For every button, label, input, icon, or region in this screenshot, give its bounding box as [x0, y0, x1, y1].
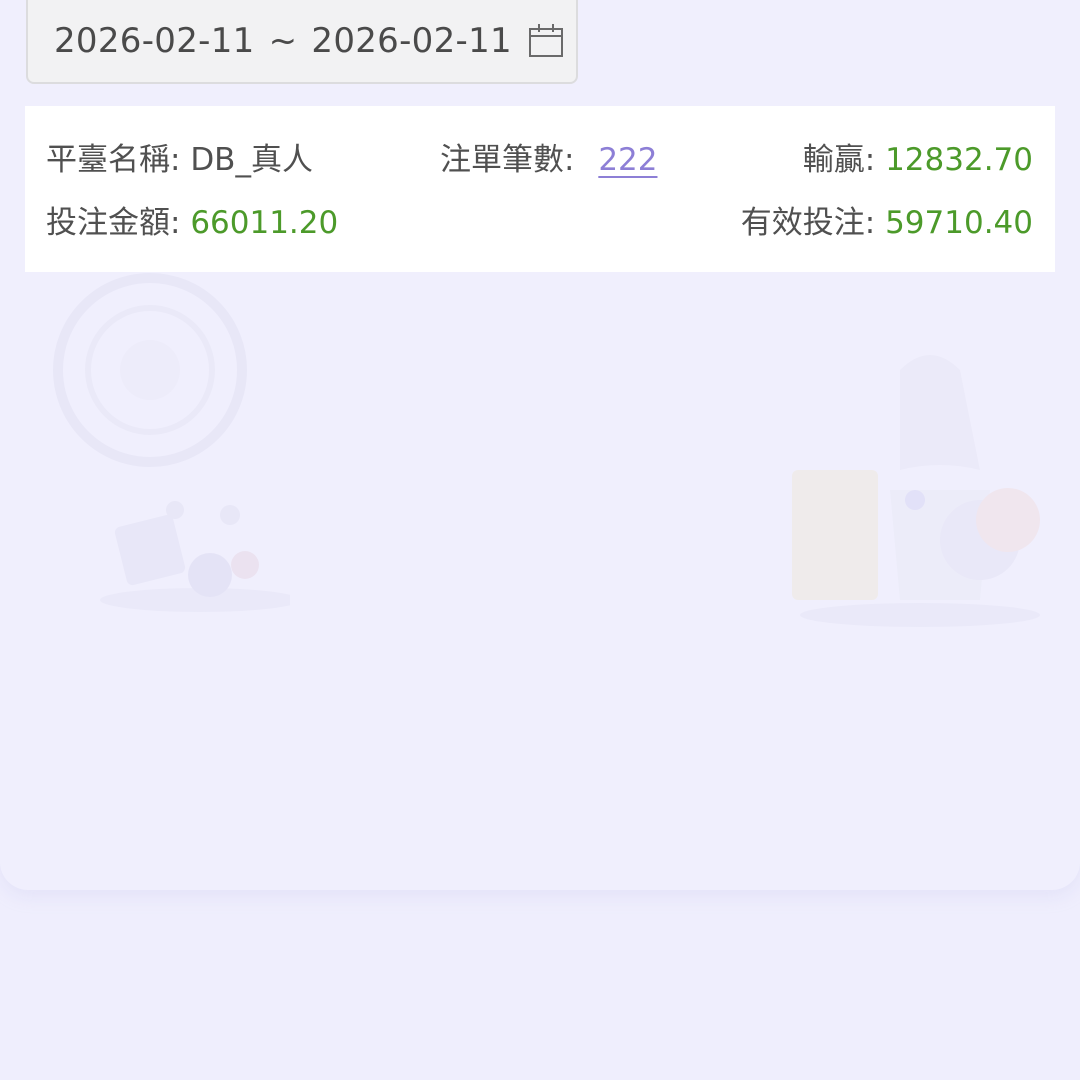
- platform-label: 平臺名稱:: [46, 142, 181, 178]
- bet-count-field: 注單筆數: 222: [440, 138, 657, 182]
- win-loss-label: 輸贏:: [802, 142, 876, 178]
- bet-amount-field: 投注金額: 66011.20: [46, 201, 338, 245]
- bet-amount-value: 66011.20: [190, 205, 339, 241]
- summary-panel: 平臺名稱: DB_真人 注單筆數: 222 輸贏: 12832.70 投注金額:…: [25, 106, 1055, 272]
- page: 2026-02-11 ~ 2026-02-11 平臺名稱: DB_真人 注單筆數…: [0, 0, 1080, 1080]
- end-date: 2026-02-11: [311, 21, 512, 61]
- content-card: 2026-02-11 ~ 2026-02-11 平臺名稱: DB_真人 注單筆數…: [0, 0, 1080, 890]
- date-separator: ~: [268, 21, 298, 61]
- win-loss-field: 輸贏: 12832.70: [803, 138, 1033, 182]
- summary-row-1: 平臺名稱: DB_真人 注單筆數: 222 輸贏: 12832.70: [25, 138, 1055, 182]
- calendar-icon[interactable]: [528, 23, 564, 59]
- valid-bet-field: 有效投注: 59710.40: [741, 201, 1033, 245]
- valid-bet-value: 59710.40: [885, 205, 1033, 241]
- platform-field: 平臺名稱: DB_真人: [46, 138, 313, 182]
- platform-value: DB_真人: [190, 142, 313, 178]
- decor-right-illustration: [792, 355, 1040, 627]
- win-loss-value: 12832.70: [885, 142, 1033, 178]
- date-range-picker[interactable]: 2026-02-11 ~ 2026-02-11: [26, 0, 578, 84]
- decor-left-illustration: [53, 273, 290, 612]
- summary-row-2: 投注金額: 66011.20 有效投注: 59710.40: [25, 201, 1055, 245]
- valid-bet-label: 有效投注:: [740, 205, 876, 241]
- start-date: 2026-02-11: [54, 21, 255, 61]
- bet-count-link[interactable]: 222: [598, 142, 657, 178]
- bet-amount-label: 投注金額:: [46, 205, 181, 241]
- bet-count-label: 注單筆數:: [440, 142, 575, 178]
